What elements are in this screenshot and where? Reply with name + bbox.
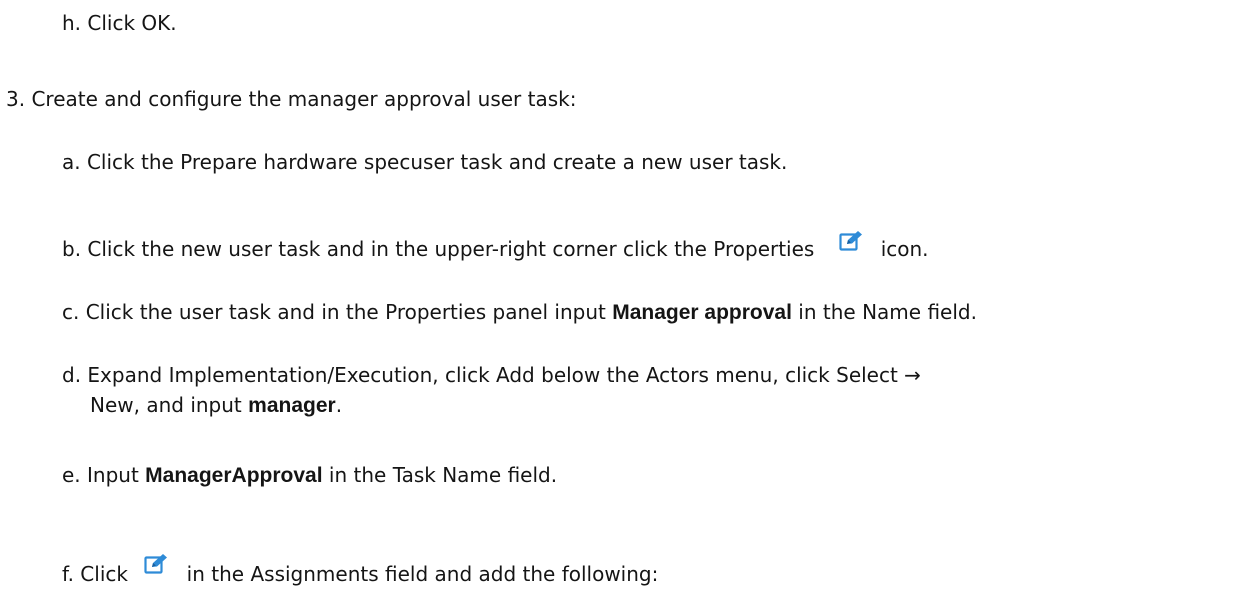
step-3-text: 3. Create and configure the manager appr…: [6, 87, 577, 111]
step-b-prefix: b. Click the new user task and in the up…: [62, 237, 714, 261]
step-a-suffix: user task and create a new user task.: [410, 150, 788, 174]
step-f: f. Click in the Assignments field and ad…: [62, 553, 658, 587]
actors-label: Actors: [645, 363, 709, 387]
step-c: c. Click the user task and in the Proper…: [62, 299, 977, 326]
assignments-field-label: Assignments: [250, 562, 379, 586]
add-label: Add: [496, 363, 535, 387]
edit-icon: [144, 553, 168, 581]
step-e-mid: in the: [322, 463, 393, 487]
step-f-mid: in the: [180, 562, 251, 586]
step-c-mid2: in the: [791, 300, 863, 324]
managerapproval-value: ManagerApproval: [145, 464, 323, 487]
step-h-prefix: h. Click: [62, 11, 142, 35]
step-d-mid4: , and input: [133, 393, 249, 417]
step-a: a. Click the Prepare hardware specuser t…: [62, 149, 787, 175]
step-e: e. Input ManagerApproval in the Task Nam…: [62, 462, 557, 489]
step-d-mid3: menu, click: [708, 363, 837, 387]
prepare-hardware-spec-label: Prepare hardware spec: [180, 150, 411, 174]
step-d-prefix: d. Expand: [62, 363, 169, 387]
step-3: 3. Create and configure the manager appr…: [6, 86, 576, 112]
step-h: h. Click OK.: [62, 10, 177, 36]
step-d-mid1: , click: [432, 363, 497, 387]
step-f-suffix: field and add the following:: [378, 562, 659, 586]
select-label: Select →: [836, 363, 921, 387]
properties-label: Properties: [713, 237, 815, 261]
step-d-line2: New, and input manager.: [90, 392, 342, 419]
step-e-prefix: e. Input: [62, 463, 146, 487]
properties-label: Properties: [385, 300, 487, 324]
edit-icon: [839, 230, 863, 258]
step-c-suffix: field.: [921, 300, 977, 324]
step-f-prefix: f. Click: [62, 562, 135, 586]
ok-label: OK: [141, 11, 171, 35]
step-d-line1: d. Expand Implementation/Execution, clic…: [62, 362, 921, 388]
name-field-label: Name: [862, 300, 922, 324]
manager-value: manager: [248, 394, 336, 417]
step-c-prefix: c. Click the user task and in the: [62, 300, 386, 324]
step-c-mid1: panel input: [486, 300, 613, 324]
step-a-prefix: a. Click the: [62, 150, 181, 174]
task-name-field-label: Task Name: [392, 463, 502, 487]
new-label: New: [90, 393, 134, 417]
step-b-suffix: icon.: [880, 237, 929, 261]
step-h-suffix: .: [170, 11, 177, 35]
implementation-execution-label: Implementation/Execution: [168, 363, 433, 387]
step-b: b. Click the new user task and in the up…: [62, 230, 929, 262]
step-e-suffix: field.: [501, 463, 558, 487]
manager-approval-value: Manager approval: [612, 301, 792, 324]
step-d-mid2: below the: [534, 363, 646, 387]
step-d-suffix: .: [335, 393, 343, 417]
